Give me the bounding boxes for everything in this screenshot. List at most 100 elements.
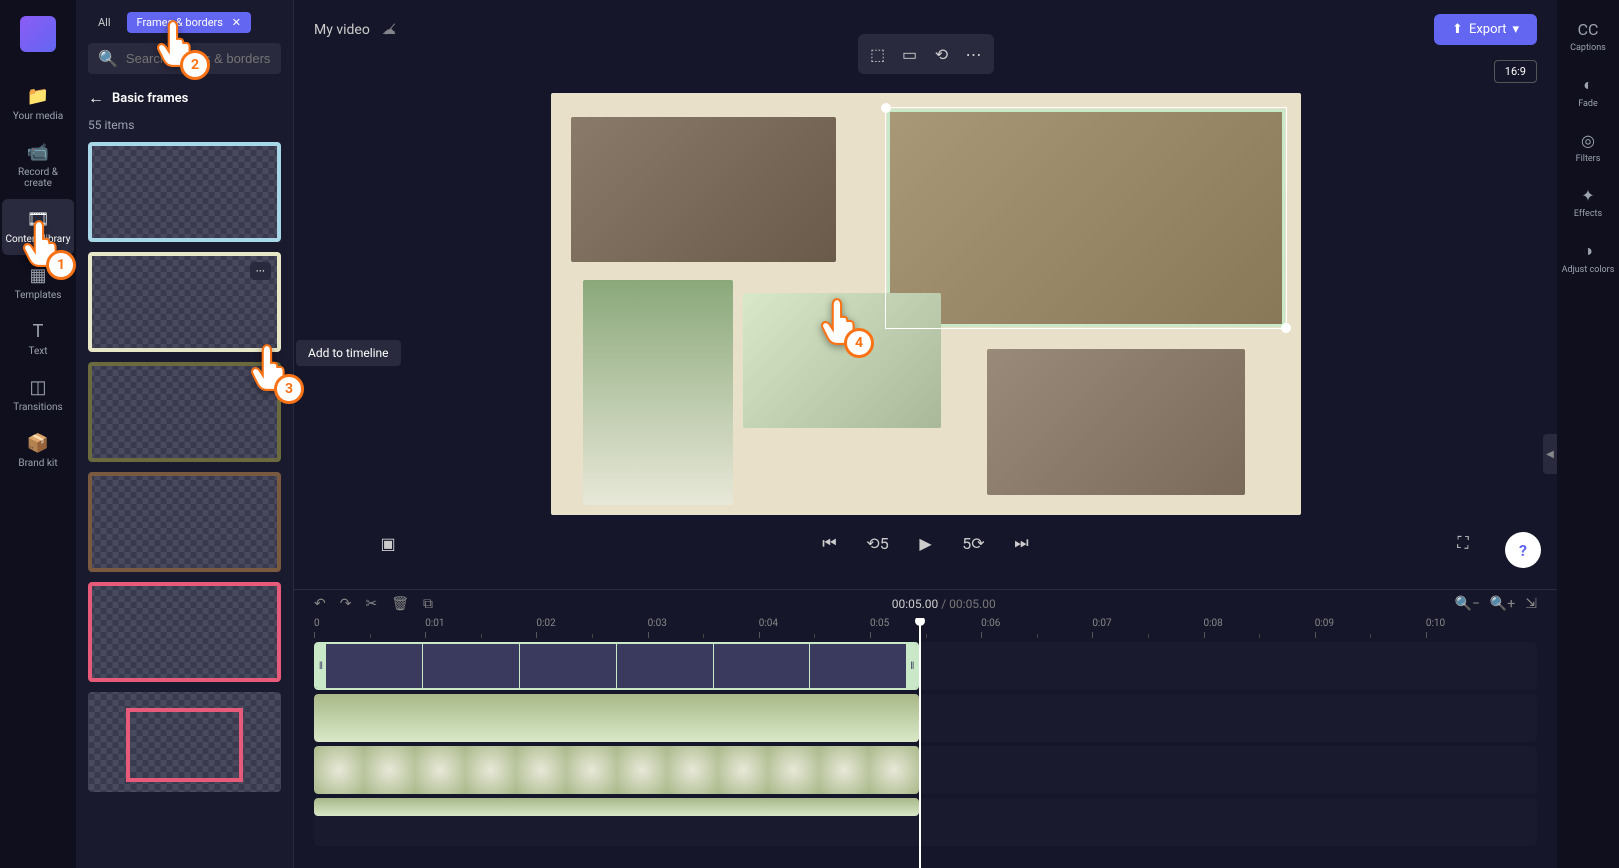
upload-icon: ⬆ <box>1452 22 1463 37</box>
templates-icon: ▦ <box>29 265 46 286</box>
collage-photo[interactable] <box>583 280 733 505</box>
collage-photo-selected[interactable] <box>887 109 1285 327</box>
clip-handle-right[interactable]: ‖ <box>907 644 917 688</box>
rnav-label: Fade <box>1578 99 1598 109</box>
fade-icon: ◐ <box>1583 75 1593 95</box>
nav-filters[interactable]: ◎ Filters <box>1572 123 1605 172</box>
redo-button[interactable]: ↷ <box>340 596 352 612</box>
undo-button[interactable]: ↶ <box>314 596 326 612</box>
photo-clip[interactable] <box>314 746 919 794</box>
preview-container: ▣ ⏮ ⟲5 ▶ 5⟳ ⏭ ⛶ <box>294 59 1557 589</box>
timeline[interactable]: 0 0:01 0:02 0:03 0:04 0:05 0:06 0:07 0:0… <box>294 618 1557 868</box>
timeline-ruler[interactable]: 0 0:01 0:02 0:03 0:04 0:05 0:06 0:07 0:0… <box>314 618 1537 642</box>
nav-label: Transitions <box>13 402 62 413</box>
nav-fade[interactable]: ◐ Fade <box>1574 67 1602 117</box>
frame-item[interactable]: ··· <box>88 252 281 352</box>
frame-clip[interactable]: ‖ ‖ <box>314 642 919 690</box>
collage-photo[interactable] <box>743 293 941 428</box>
filter-tab-frames[interactable]: Frames & borders ✕ <box>127 12 251 33</box>
rnav-label: Effects <box>1574 209 1602 219</box>
export-label: Export <box>1469 22 1507 37</box>
frame-item[interactable] <box>88 472 281 572</box>
timeline-track[interactable] <box>314 746 1537 794</box>
nav-text[interactable]: T Text <box>24 311 51 367</box>
breadcrumb-label: Basic frames <box>112 91 188 106</box>
text-icon: T <box>33 321 44 342</box>
content-panel: All Frames & borders ✕ 🔍 ← Basic frames … <box>76 0 294 868</box>
frame-item[interactable] <box>88 362 281 462</box>
fit-tool[interactable]: ▭ <box>896 40 924 68</box>
filter-tab-all[interactable]: All <box>88 12 121 33</box>
zoom-in-button[interactable]: 🔍+ <box>1490 596 1515 612</box>
forward-button[interactable]: 5⟳ <box>960 529 988 557</box>
cut-button[interactable]: ✂ <box>365 596 377 612</box>
brand-icon: 📦 <box>27 433 49 454</box>
rotate-tool[interactable]: ⟲ <box>928 40 956 68</box>
filters-icon: ◎ <box>1581 131 1595 150</box>
breadcrumb: ← Basic frames <box>88 88 281 108</box>
nav-brand-kit[interactable]: 📦 Brand kit <box>14 423 61 479</box>
video-title[interactable]: My video <box>314 22 370 38</box>
more-tool[interactable]: ⋯ <box>960 40 988 68</box>
captions-icon: CC <box>1578 20 1599 39</box>
nav-content-library[interactable]: 🎞 Content library <box>2 199 75 255</box>
main-area: My video ☁̸ ⬆ Export ▾ ⬚ ▭ ⟲ ⋯ 16:9 <box>294 0 1557 868</box>
zoom-fit-button[interactable]: ⇲ <box>1525 596 1537 612</box>
close-icon[interactable]: ✕ <box>232 16 241 29</box>
export-button[interactable]: ⬆ Export ▾ <box>1434 14 1537 45</box>
search-box[interactable]: 🔍 <box>88 43 281 74</box>
photo-clip[interactable] <box>314 798 919 816</box>
delete-button[interactable]: 🗑 <box>391 596 409 612</box>
search-input[interactable] <box>126 51 294 66</box>
collage-photo[interactable] <box>571 117 836 262</box>
nav-captions[interactable]: CC Captions <box>1566 12 1610 61</box>
cloud-off-icon[interactable]: ☁̸ <box>382 22 396 38</box>
timeline-track[interactable] <box>314 798 1537 846</box>
filter-tab-label: Frames & borders <box>137 16 223 29</box>
effects-icon: ✦ <box>1581 186 1594 205</box>
play-button[interactable]: ▶ <box>912 529 940 557</box>
clip-handle-left[interactable]: ‖ <box>316 644 326 688</box>
nav-effects[interactable]: ✦ Effects <box>1570 178 1606 227</box>
nav-record-create[interactable]: 📹 Record & create <box>0 132 76 199</box>
total-time: 00:05.00 <box>949 597 996 611</box>
fullscreen-button[interactable]: ⛶ <box>1449 529 1477 557</box>
nav-your-media[interactable]: 📁 Your media <box>9 76 67 132</box>
playhead[interactable] <box>919 618 921 868</box>
back-arrow-icon[interactable]: ← <box>88 88 104 108</box>
nav-templates[interactable]: ▦ Templates <box>11 255 66 311</box>
frame-item[interactable] <box>88 582 281 682</box>
nav-adjust-colors[interactable]: ◑ Adjust colors <box>1558 233 1619 283</box>
help-button[interactable]: ? <box>1505 532 1541 568</box>
current-time: 00:05.00 <box>892 597 939 611</box>
nav-label: Templates <box>15 290 62 301</box>
safe-zone-toggle[interactable]: ▣ <box>374 529 402 557</box>
preview-canvas[interactable] <box>551 93 1301 515</box>
timeline-track[interactable]: ‖ ‖ <box>314 642 1537 690</box>
items-count: 55 items <box>88 118 281 132</box>
duplicate-button[interactable]: ⧉ <box>423 596 433 612</box>
photo-clip[interactable] <box>314 694 919 742</box>
rewind-button[interactable]: ⟲5 <box>864 529 892 557</box>
rnav-label: Captions <box>1570 43 1606 53</box>
folder-icon: 📁 <box>27 86 49 107</box>
crop-tool[interactable]: ⬚ <box>864 40 892 68</box>
collage-photo[interactable] <box>987 349 1245 495</box>
skip-start-button[interactable]: ⏮ <box>816 529 844 557</box>
rnav-label: Filters <box>1576 154 1601 164</box>
transitions-icon: ◫ <box>29 377 46 398</box>
search-icon: 🔍 <box>98 49 118 68</box>
chevron-down-icon: ▾ <box>1512 22 1519 37</box>
nav-transitions[interactable]: ◫ Transitions <box>9 367 66 423</box>
more-button[interactable]: ··· <box>250 262 271 280</box>
zoom-out-button[interactable]: 🔍− <box>1454 596 1479 612</box>
collapse-right-panel[interactable]: ◀ <box>1543 434 1557 474</box>
camera-icon: 📹 <box>27 142 49 163</box>
frame-item[interactable] <box>88 692 281 792</box>
timeline-track[interactable] <box>314 694 1537 742</box>
app-logo[interactable] <box>20 16 56 52</box>
left-sidebar: 📁 Your media 📹 Record & create 🎞 Content… <box>0 0 76 868</box>
frame-item[interactable] <box>88 142 281 242</box>
filter-tabs: All Frames & borders ✕ <box>88 12 281 33</box>
skip-end-button[interactable]: ⏭ <box>1008 529 1036 557</box>
